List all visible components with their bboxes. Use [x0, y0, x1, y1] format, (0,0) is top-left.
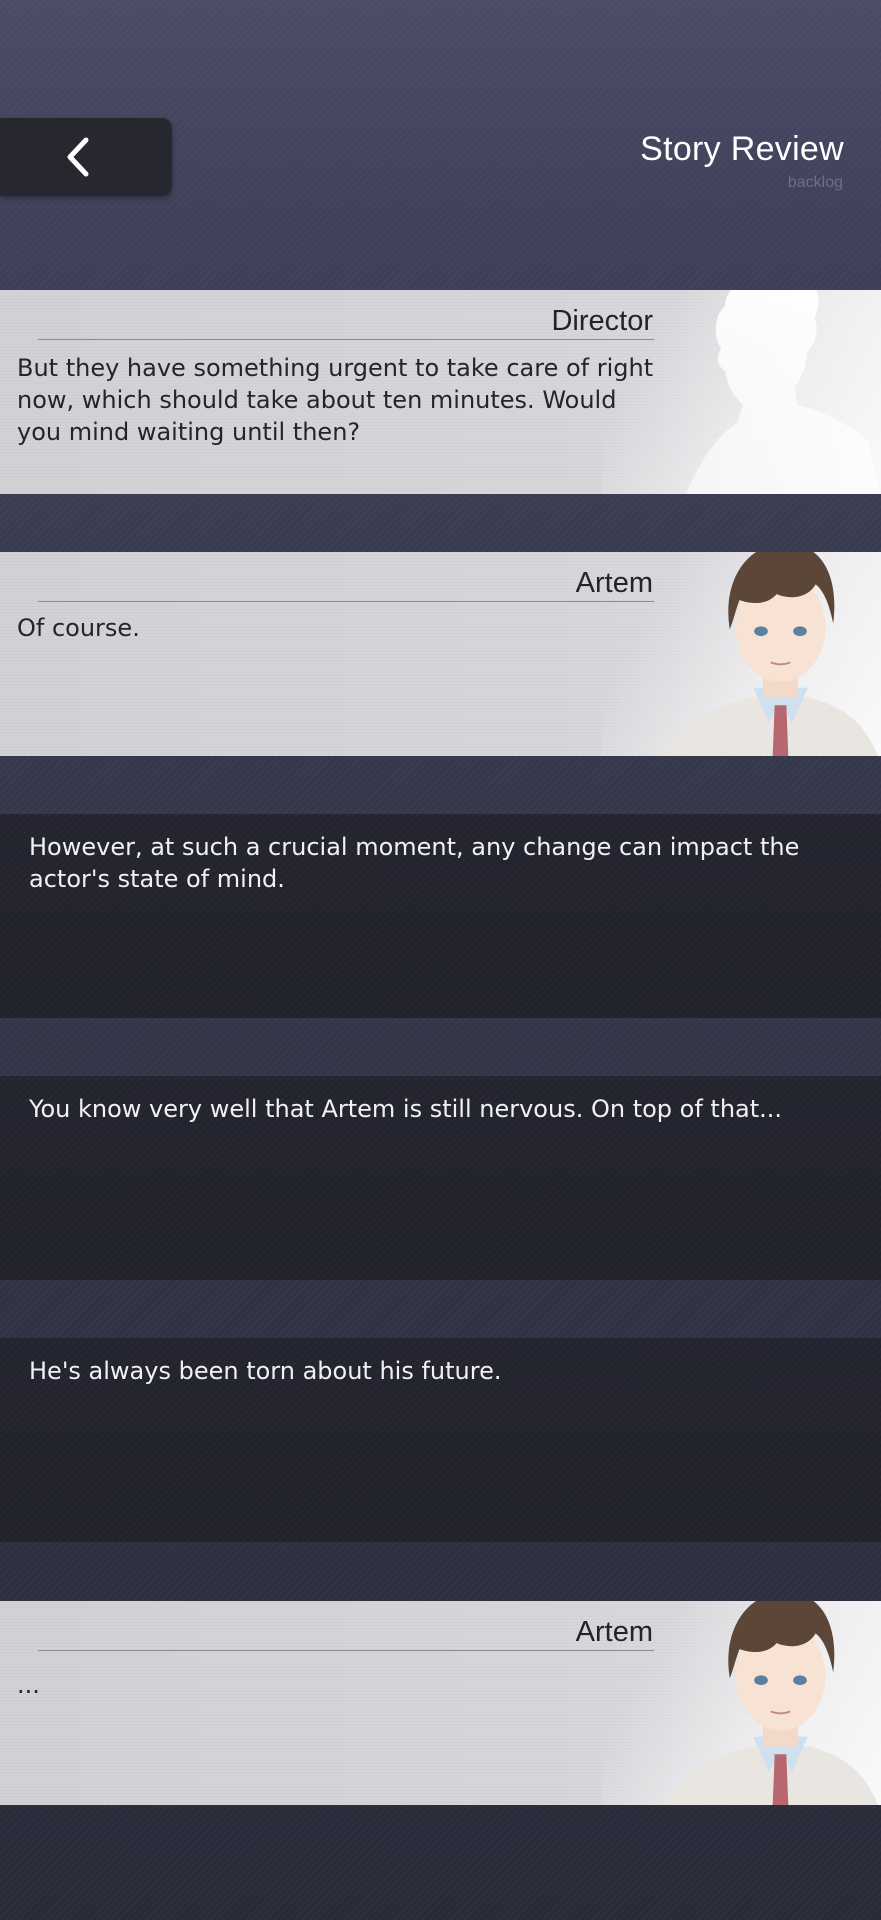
- narration-text: He's always been torn about his future.: [29, 1357, 502, 1385]
- dialogue-text: But they have something urgent to take c…: [17, 354, 654, 446]
- narration-text: However, at such a crucial moment, any c…: [29, 833, 800, 893]
- speaker-name: Artem: [575, 567, 653, 599]
- backlog-narration-entry: You know very well that Artem is still n…: [0, 1076, 881, 1280]
- backlog-dialogue-entry: Artem Of course.: [0, 552, 881, 756]
- backlog-dialogue-entry: Director But they have something urgent …: [0, 290, 881, 494]
- silhouette-portrait: [685, 290, 880, 494]
- dialogue-text: ...: [17, 1671, 40, 1699]
- speaker-name: Artem: [575, 1616, 653, 1648]
- artem-portrait: [663, 1601, 878, 1805]
- backlog-dialogue-entry: Artem ...: [0, 1601, 881, 1805]
- speaker-name: Director: [551, 305, 653, 337]
- backlog-narration-entry: However, at such a crucial moment, any c…: [0, 814, 881, 1018]
- artem-portrait: [663, 552, 878, 756]
- back-button[interactable]: [0, 118, 172, 196]
- page-subtitle: backlog: [787, 174, 843, 191]
- chevron-left-icon: [67, 136, 92, 178]
- narration-text: You know very well that Artem is still n…: [29, 1095, 783, 1123]
- backlog-narration-entry: He's always been torn about his future.: [0, 1338, 881, 1542]
- dialogue-text: Of course.: [17, 614, 140, 642]
- page-title: Story Review: [640, 130, 844, 168]
